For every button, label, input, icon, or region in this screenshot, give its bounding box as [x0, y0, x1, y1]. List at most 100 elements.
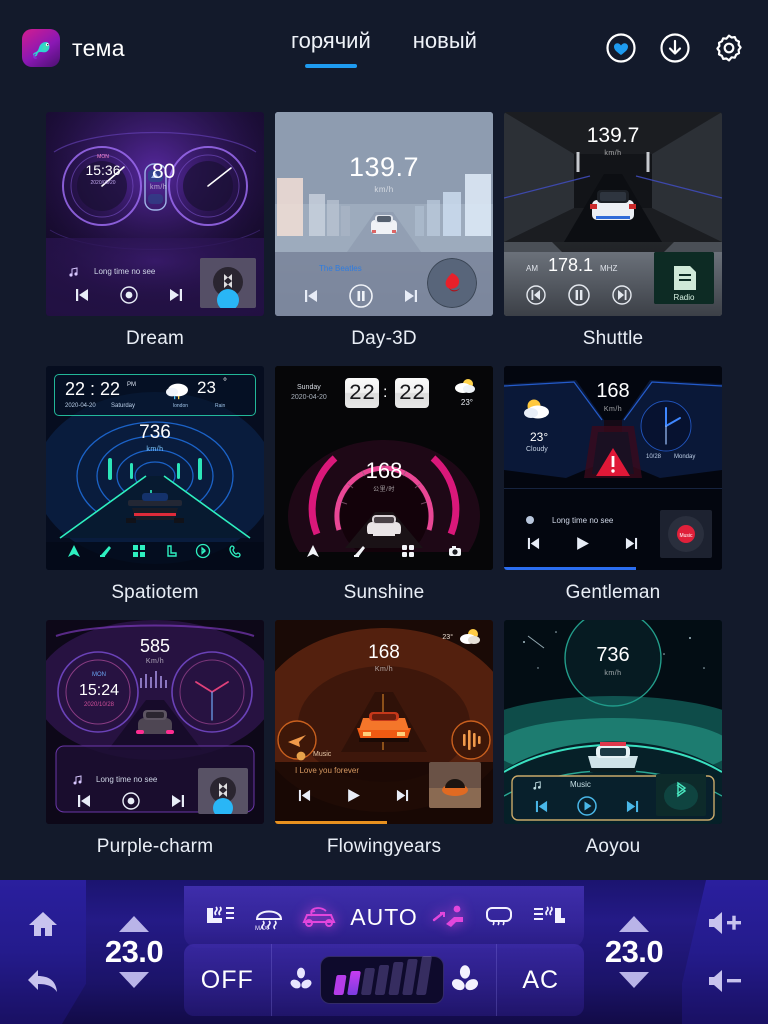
media-player-purplecharm[interactable]: Long time no see [46, 766, 264, 824]
speed-unit-day3d: km/h [374, 185, 394, 194]
temp-up-right-button[interactable] [619, 916, 649, 932]
previous-track-icon[interactable] [303, 289, 319, 303]
media-player-dream[interactable]: Long time no see [46, 252, 264, 316]
theme-card-aoyou[interactable]: 736 km/h Music Aoyou [504, 620, 722, 874]
pause-icon[interactable] [349, 284, 373, 308]
media-controls-shuttle[interactable] [526, 284, 632, 306]
brand: тема [22, 29, 125, 67]
navigation-icon[interactable] [305, 543, 321, 559]
next-track-icon[interactable] [168, 288, 184, 302]
rear-defrost-button[interactable] [478, 897, 520, 937]
pause-icon[interactable] [568, 284, 590, 306]
seat-vent-button[interactable] [528, 897, 570, 937]
previous-track-icon[interactable] [526, 285, 546, 305]
volume-down-button[interactable] [705, 966, 745, 996]
previous-track-icon[interactable] [76, 794, 92, 808]
home-button[interactable] [26, 907, 60, 941]
speed-unit-aoyou: km/h [604, 670, 622, 677]
previous-track-icon[interactable] [74, 288, 90, 302]
next-track-icon[interactable] [625, 800, 640, 813]
theme-preview-purplecharm[interactable]: 585 Km/h MON 15:24 2020/10/28 Long time … [46, 620, 264, 824]
ac-button[interactable]: AC [496, 944, 584, 1016]
fan-increase-icon[interactable] [450, 965, 480, 995]
recirculation-icon [302, 907, 336, 927]
play-icon[interactable] [346, 788, 361, 803]
downloads-button[interactable] [658, 31, 692, 65]
climate-control-bar: 23.0 MAX AUTO OFF AC 23.0 [0, 880, 768, 1024]
clock-hours-sunshine: 22 [345, 378, 379, 408]
theme-preview-spatiotem[interactable]: 22 : 22 PM 2020-04-20 Saturday 23 ° lond… [46, 366, 264, 570]
next-track-icon[interactable] [624, 537, 639, 550]
theme-card-dream[interactable]: 80 km/h MON 15:36 2020/05/20 Long time n… [46, 112, 264, 366]
radio-frequency-shuttle: 178.1 [548, 255, 594, 275]
recirculation-button[interactable] [298, 897, 340, 937]
previous-track-icon[interactable] [297, 789, 312, 802]
favorites-button[interactable] [604, 31, 638, 65]
next-track-icon[interactable] [403, 289, 419, 303]
track-title-flowingyears: I Love you forever [295, 766, 360, 775]
album-art-flowingyears [429, 762, 481, 808]
theme-preview-sunshine[interactable]: 22 : 22 Sunday 2020-04-20 23° 168 公里/时 [275, 366, 493, 570]
next-track-icon[interactable] [170, 794, 186, 808]
bluetooth-icon[interactable] [195, 543, 211, 559]
clock-meta-spatiotem: PM [127, 382, 136, 388]
track-title-aoyou: Music [570, 780, 591, 789]
settings-button[interactable] [712, 31, 746, 65]
seat-heat-button[interactable] [198, 897, 240, 937]
temp-value-left: 23.0 [104, 934, 164, 969]
play-icon[interactable] [575, 536, 590, 551]
fan-speed-control[interactable] [270, 944, 497, 1016]
navigation-icon[interactable] [66, 543, 82, 559]
wiper-icon[interactable] [352, 543, 368, 559]
theme-card-flowingyears[interactable]: 168 Km/h 23° Music I Love you forever Fl… [275, 620, 493, 874]
theme-card-purplecharm[interactable]: 585 Km/h MON 15:24 2020/10/28 Long time … [46, 620, 264, 874]
heart-icon [606, 33, 636, 63]
play-record-icon[interactable] [120, 286, 138, 304]
apps-icon[interactable] [131, 543, 147, 559]
media-player-day3d[interactable]: The Beatles [275, 252, 493, 316]
dock-spatiotem[interactable] [58, 538, 252, 564]
theme-preview-gentleman[interactable]: 168 Km/h 23° Cloudy 10/28 Monday Long ti… [504, 366, 722, 570]
media-player-aoyou[interactable]: Music [504, 774, 722, 820]
temp-down-left-button[interactable] [119, 972, 149, 988]
auto-button[interactable]: AUTO [348, 897, 420, 937]
theme-card-spatiotem[interactable]: 22 : 22 PM 2020-04-20 Saturday 23 ° lond… [46, 366, 264, 620]
phone-icon[interactable] [228, 543, 244, 559]
volume-up-button[interactable] [705, 908, 745, 938]
seat-icon[interactable] [163, 543, 179, 559]
theme-card-sunshine[interactable]: 22 : 22 Sunday 2020-04-20 23° 168 公里/时 S… [275, 366, 493, 620]
apps-icon[interactable] [400, 543, 416, 559]
previous-track-icon[interactable] [534, 800, 549, 813]
temp-down-right-button[interactable] [619, 972, 649, 988]
theme-preview-day3d[interactable]: 139.7 km/h The Beatles [275, 112, 493, 316]
header-actions [604, 31, 746, 65]
theme-preview-flowingyears[interactable]: 168 Km/h 23° Music I Love you forever [275, 620, 493, 824]
theme-preview-dream[interactable]: 80 km/h MON 15:36 2020/05/20 Long time n… [46, 112, 264, 316]
max-defrost-button[interactable]: MAX [248, 897, 290, 937]
theme-card-gentleman[interactable]: 168 Km/h 23° Cloudy 10/28 Monday Long ti… [504, 366, 722, 620]
theme-card-shuttle[interactable]: 139.7 km/h AM 178.1 MHZ Radio Shuttle [504, 112, 722, 366]
next-track-icon[interactable] [395, 789, 410, 802]
dock-sunshine[interactable] [289, 540, 479, 562]
climate-off-button[interactable]: OFF [184, 944, 271, 1016]
temp-up-left-button[interactable] [119, 916, 149, 932]
theme-card-day3d[interactable]: 139.7 km/h The Beatles Day-3D [275, 112, 493, 366]
camera-icon[interactable] [447, 543, 463, 559]
media-player-flowingyears[interactable]: Music I Love you forever [275, 751, 493, 824]
tab-new[interactable]: новый [413, 28, 477, 68]
speed-value-shuttle: 139.7 [586, 124, 640, 147]
airflow-person-button[interactable] [428, 897, 470, 937]
back-button[interactable] [26, 967, 60, 997]
fan-decrease-icon[interactable] [288, 967, 314, 993]
next-track-icon[interactable] [612, 285, 632, 305]
previous-track-icon[interactable] [526, 537, 541, 550]
play-record-icon[interactable] [122, 792, 140, 810]
volume-down-icon [709, 970, 741, 992]
wiper-icon[interactable] [98, 543, 114, 559]
theme-preview-aoyou[interactable]: 736 km/h Music [504, 620, 722, 824]
play-icon[interactable] [577, 796, 597, 816]
clock-separator-sunshine: : [383, 384, 388, 401]
theme-preview-shuttle[interactable]: 139.7 km/h AM 178.1 MHZ Radio [504, 112, 722, 316]
media-player-gentleman[interactable]: Long time no see Music [504, 506, 722, 570]
tab-hot[interactable]: горячий [291, 28, 371, 68]
